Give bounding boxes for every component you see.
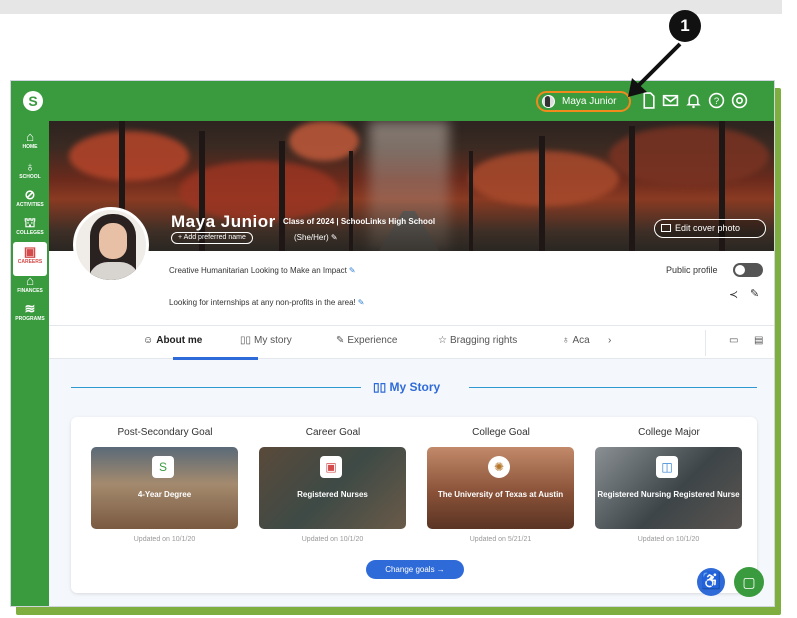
- callout-arrow: [628, 42, 682, 97]
- callout-number-badge: 1: [669, 10, 701, 42]
